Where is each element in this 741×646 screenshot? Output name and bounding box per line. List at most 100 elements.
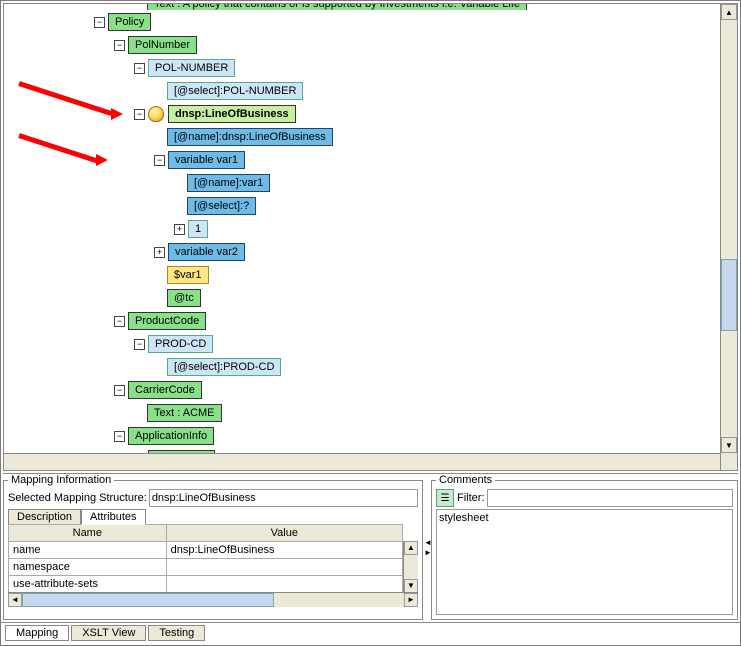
node-label[interactable]: Text : A policy that contains or is supp… <box>147 4 527 10</box>
node-label[interactable]: [@select]:? <box>187 197 256 215</box>
collapse-icon[interactable]: − <box>134 109 145 120</box>
filter-icon[interactable]: ☰ <box>436 489 454 507</box>
node-label[interactable]: ApplicationInfo <box>128 427 214 445</box>
table-scroll-down[interactable]: ▼ <box>404 579 418 593</box>
node-label[interactable]: variable var2 <box>168 243 245 261</box>
table-scroll-right[interactable]: ► <box>404 593 418 607</box>
tree-node[interactable]: [@select]:? <box>94 195 720 217</box>
structure-input[interactable] <box>149 489 418 507</box>
splitter-left-icon: ◄ <box>424 538 430 546</box>
bottom-tab-bar: Mapping XSLT View Testing <box>1 622 740 645</box>
table-row[interactable]: namespace <box>9 559 403 576</box>
node-label[interactable]: [@name]:dnsp:LineOfBusiness <box>167 128 333 146</box>
comments-panel: Comments ☰ Filter: stylesheet <box>431 474 738 620</box>
expand-icon[interactable]: + <box>174 224 185 235</box>
btab-mapping[interactable]: Mapping <box>5 625 69 641</box>
splitter-right-icon: ► <box>424 548 430 556</box>
node-label[interactable]: POL-NUMBER <box>148 59 235 77</box>
tree-node[interactable]: [@select]:PROD-CD <box>94 356 720 378</box>
node-label[interactable]: 1 <box>188 220 208 238</box>
btab-xslt[interactable]: XSLT View <box>71 625 146 641</box>
tree-node[interactable]: [@name]:dnsp:LineOfBusiness <box>94 126 720 148</box>
collapse-icon[interactable]: − <box>114 385 125 396</box>
scroll-up-button[interactable]: ▲ <box>721 4 737 20</box>
col-name[interactable]: Name <box>9 525 167 542</box>
tree-node[interactable]: −CarrierCode <box>94 379 720 401</box>
tree-node[interactable]: −Policy <box>94 11 720 33</box>
tree-node[interactable]: $var1 <box>94 264 720 286</box>
collapse-icon[interactable]: − <box>114 316 125 327</box>
tree-node[interactable]: +variable var2 <box>94 241 720 263</box>
tree-viewport[interactable]: Text : A policy that contains or is supp… <box>4 4 720 453</box>
tree-node[interactable]: @tc <box>94 287 720 309</box>
panel-splitter[interactable]: ◄ ► <box>423 474 431 620</box>
tree-node[interactable]: −ApplicationInfo <box>94 425 720 447</box>
node-label[interactable]: [@name]:var1 <box>187 174 270 192</box>
table-hscroll[interactable]: ◄ ► <box>8 592 418 607</box>
collapse-icon[interactable]: − <box>114 40 125 51</box>
vertical-scrollbar[interactable]: ▲ ▼ <box>720 4 737 470</box>
table-row[interactable]: namednsp:LineOfBusiness <box>9 542 403 559</box>
node-label[interactable]: [@select]:POL-NUMBER <box>167 82 303 100</box>
lightbulb-icon <box>148 106 164 122</box>
tab-description[interactable]: Description <box>8 509 81 525</box>
cell-name[interactable]: use-attribute-sets <box>9 576 167 593</box>
tree-node[interactable]: −PolNumber <box>94 34 720 56</box>
table-row[interactable]: use-attribute-sets <box>9 576 403 593</box>
node-label[interactable]: [@select]:PROD-CD <box>167 358 281 376</box>
node-label[interactable]: variable var1 <box>168 151 245 169</box>
tree-node[interactable]: Text : ACME <box>94 402 720 424</box>
tree-node[interactable]: −POL-NUMBER <box>94 57 720 79</box>
cell-name[interactable]: name <box>9 542 167 559</box>
attributes-table-wrap: Name Value namednsp:LineOfBusinessnamesp… <box>8 524 418 607</box>
node-label[interactable]: PROD-CD <box>148 335 213 353</box>
node-label[interactable]: ProductCode <box>128 312 206 330</box>
tree-node[interactable]: −ProductCode <box>94 310 720 332</box>
scroll-down-button[interactable]: ▼ <box>721 437 737 453</box>
node-label[interactable]: PolNumber <box>128 36 197 54</box>
collapse-icon[interactable]: − <box>114 431 125 442</box>
app-window: Text : A policy that contains or is supp… <box>0 0 741 646</box>
cell-value[interactable] <box>166 576 402 593</box>
table-vscroll[interactable]: ▲ ▼ <box>403 541 418 593</box>
tree-node[interactable]: Text : A policy that contains or is supp… <box>94 4 720 10</box>
collapse-icon[interactable]: − <box>94 17 105 28</box>
node-label[interactable]: Text : ACME <box>147 404 222 422</box>
tree-node[interactable]: − dnsp:LineOfBusiness <box>94 103 720 125</box>
attributes-table: Name Value namednsp:LineOfBusinessnamesp… <box>8 524 403 593</box>
horizontal-scrollbar[interactable] <box>4 453 720 470</box>
cell-value[interactable] <box>166 559 402 576</box>
tree-node[interactable]: +1 <box>94 218 720 240</box>
cell-value[interactable]: dnsp:LineOfBusiness <box>166 542 402 559</box>
node-label[interactable]: $var1 <box>167 266 209 284</box>
col-value[interactable]: Value <box>166 525 402 542</box>
node-label[interactable]: Policy <box>108 13 151 31</box>
cell-name[interactable]: namespace <box>9 559 167 576</box>
tree-node[interactable]: −variable var1 <box>94 149 720 171</box>
node-label[interactable]: dnsp:LineOfBusiness <box>168 105 296 123</box>
node-label[interactable]: @tc <box>167 289 201 307</box>
filter-input[interactable] <box>487 489 734 507</box>
node-label[interactable]: CarrierCode <box>128 381 202 399</box>
expand-icon[interactable]: + <box>154 247 165 258</box>
tree-node[interactable]: [@select]:POL-NUMBER <box>94 80 720 102</box>
tree-node[interactable]: −PROD-CD <box>94 333 720 355</box>
scroll-thumb[interactable] <box>721 259 737 331</box>
btab-testing[interactable]: Testing <box>148 625 205 641</box>
table-hscroll-thumb[interactable] <box>22 593 274 607</box>
structure-label: Selected Mapping Structure: <box>8 492 147 504</box>
comments-list[interactable]: stylesheet <box>436 509 733 615</box>
collapse-icon[interactable]: − <box>134 63 145 74</box>
mapping-info-panel: Mapping Information Selected Mapping Str… <box>3 474 423 620</box>
bottom-panels: Mapping Information Selected Mapping Str… <box>3 473 738 620</box>
table-scroll-left[interactable]: ◄ <box>8 593 22 607</box>
filter-label: Filter: <box>457 492 485 504</box>
comment-item[interactable]: stylesheet <box>439 512 730 524</box>
collapse-icon[interactable]: − <box>154 155 165 166</box>
mapping-legend: Mapping Information <box>8 474 114 486</box>
tree-node[interactable]: [@name]:var1 <box>94 172 720 194</box>
tab-attributes[interactable]: Attributes <box>81 509 145 525</box>
collapse-icon[interactable]: − <box>134 339 145 350</box>
comments-legend: Comments <box>436 474 495 486</box>
table-scroll-up[interactable]: ▲ <box>404 541 418 555</box>
